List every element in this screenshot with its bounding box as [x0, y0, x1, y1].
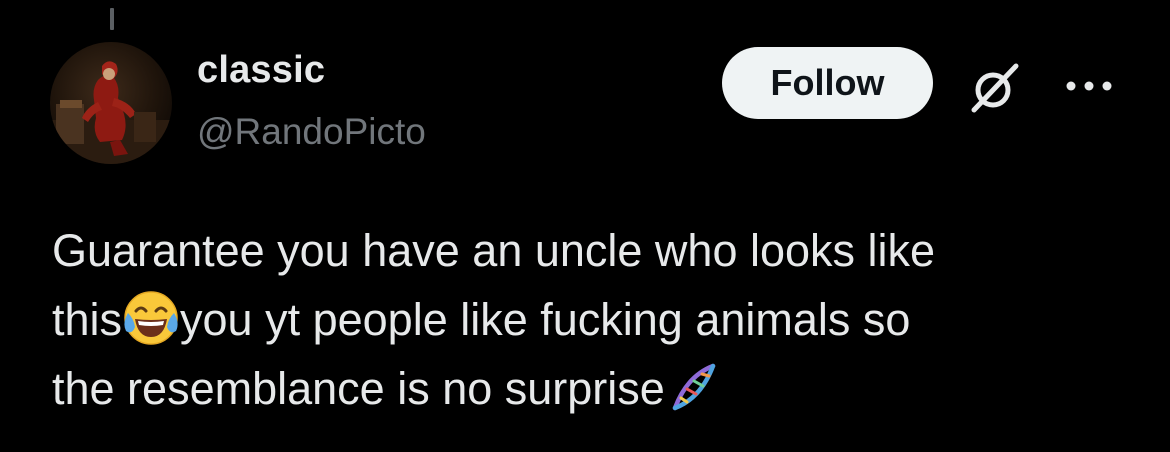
thread-connector-line: [110, 8, 114, 30]
post-text-line-1: Guarantee you have an uncle who looks li…: [52, 225, 936, 276]
avatar[interactable]: [50, 42, 172, 164]
author-handle[interactable]: @RandoPicto: [197, 111, 426, 153]
dna-icon: [665, 358, 723, 416]
post-text-line-3-text: the resemblance is no surprise: [52, 363, 665, 414]
grok-icon[interactable]: [966, 58, 1024, 116]
avatar-image: [50, 42, 172, 164]
post-text: Guarantee you have an uncle who looks li…: [52, 216, 1132, 423]
post-text-line-2: this you yt people like fucking animals …: [52, 285, 1132, 354]
post-text-line-2-start: this: [52, 294, 123, 345]
post-text-line-3: the resemblance is no surprise: [52, 354, 1132, 423]
post-text-line-2-end: you yt people like fucking animals so: [180, 294, 911, 345]
author-display-name[interactable]: classic: [197, 49, 325, 92]
more-icon[interactable]: [1064, 76, 1114, 96]
follow-button[interactable]: Follow: [722, 47, 933, 119]
face-with-tears-of-joy-icon: [122, 289, 180, 347]
